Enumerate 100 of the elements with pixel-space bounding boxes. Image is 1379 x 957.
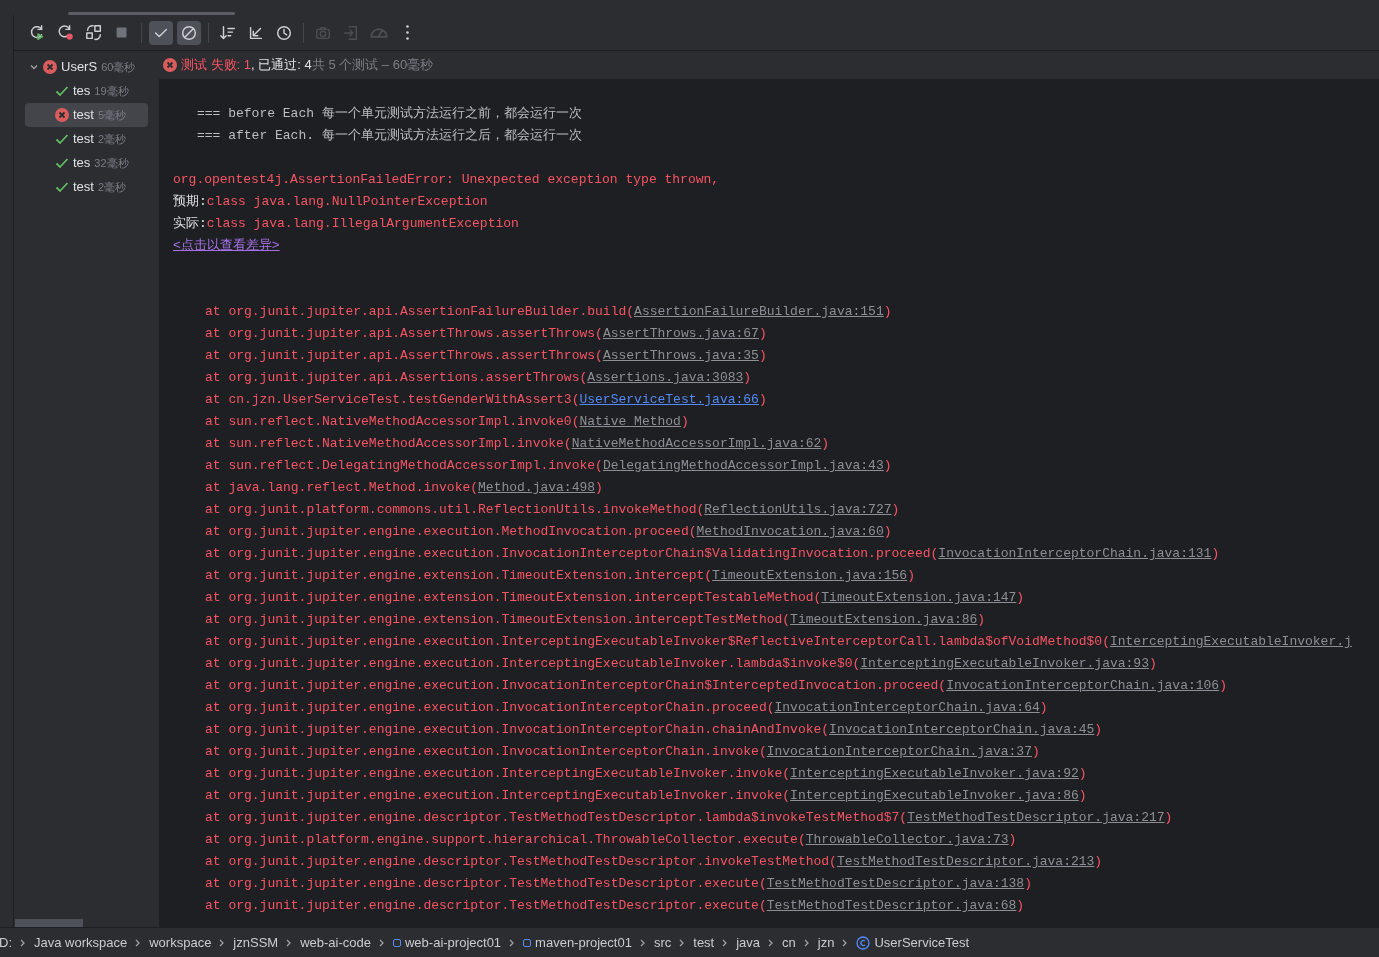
source-link[interactable]: InterceptingExecutableInvoker.java:93: [860, 656, 1149, 671]
test-name: tes: [73, 82, 91, 101]
source-link[interactable]: TimeoutExtension.java:86: [790, 612, 978, 627]
stack-frame: at org.junit.jupiter.engine.execution.InterceptingExecutableInvoker.invoke(InterceptingExecutableInvoker.java:86): [173, 785, 1379, 807]
test-name: UserS: [61, 58, 98, 77]
breadcrumb[interactable]: UserServiceTest: [856, 932, 970, 953]
tree-row[interactable]: UserS 60毫秒: [25, 55, 148, 79]
source-link[interactable]: TestMethodTestDescriptor.java:138: [766, 876, 1025, 891]
actual-value: 实际:class java.lang.IllegalArgumentException: [173, 215, 520, 233]
diff-link[interactable]: <点击以查看差异>: [173, 238, 280, 253]
test-duration: 19毫秒: [94, 83, 129, 99]
source-link[interactable]: AssertThrows.java:35: [602, 348, 759, 363]
stack-frame: at org.junit.jupiter.api.AssertThrows.assertThrows(AssertThrows.java:35): [173, 345, 1379, 367]
checkmark-icon: [55, 156, 69, 170]
source-link[interactable]: InvocationInterceptorChain.java:131: [938, 546, 1212, 561]
prohibited-button[interactable]: [177, 20, 201, 45]
source-link[interactable]: TimeoutExtension.java:156: [712, 568, 908, 583]
stack-frame: at org.junit.jupiter.engine.extension.TimeoutExtension.interceptTestMethod(TimeoutExtension.java:86): [173, 609, 1379, 631]
checkmark-icon: [55, 132, 69, 146]
chevron-right-icon: [802, 937, 811, 948]
source-link[interactable]: ReflectionUtils.java:727: [704, 502, 892, 517]
chevron-down-icon[interactable]: [29, 62, 39, 72]
module-icon: [393, 938, 401, 947]
breadcrumb[interactable]: D:: [0, 932, 12, 953]
checkmark-icon: [55, 180, 69, 194]
checkmark-button[interactable]: [149, 20, 173, 45]
tree-row[interactable]: test 2毫秒: [25, 127, 148, 151]
tree-row[interactable]: tes 32毫秒: [25, 151, 148, 175]
source-link[interactable]: UserServiceTest.java:66: [579, 392, 759, 407]
stack-frame: at org.junit.jupiter.engine.execution.InvocationInterceptorChain$InterceptedInvocation.proceed(InvocationInterceptorChain.java:106): [173, 675, 1379, 697]
breadcrumb[interactable]: java: [736, 932, 761, 953]
test-name: tes: [73, 154, 91, 173]
stack-frame: at org.junit.jupiter.engine.execution.MethodInvocation.proceed(MethodInvocation.java:60): [173, 521, 1379, 543]
clock-icon: [275, 23, 293, 42]
stack-frame: at org.junit.jupiter.engine.execution.InterceptingExecutableInvoker.invoke(InterceptingExecutableInvoker.java:92): [173, 763, 1379, 785]
stack-frame: at org.junit.jupiter.api.AssertThrows.assertThrows(AssertThrows.java:67): [173, 323, 1379, 345]
error-icon: [43, 60, 57, 74]
source-link[interactable]: MethodInvocation.java:60: [696, 524, 884, 539]
source-link[interactable]: AssertionFailureBuilder.java:151: [634, 304, 884, 319]
breadcrumb[interactable]: web-ai-code: [300, 932, 371, 953]
error-message: org.opentest4j.AssertionFailedError: Unexpected exception type thrown,: [173, 171, 721, 189]
stack-frame: at org.junit.jupiter.engine.descriptor.TestMethodTestDescriptor.execute(TestMethodTestDescriptor.java:68): [173, 895, 1379, 917]
refresh-arrows-icon: [85, 23, 103, 42]
test-duration: 32毫秒: [94, 155, 129, 171]
stack-frame: at org.junit.jupiter.api.Assertions.assertThrows(Assertions.java:3083): [173, 367, 1379, 389]
stack-frame: at org.junit.jupiter.engine.extension.TimeoutExtension.intercept(TimeoutExtension.java:156): [173, 565, 1379, 587]
breadcrumb[interactable]: test: [693, 932, 715, 953]
breadcrumb[interactable]: jzn: [817, 932, 835, 953]
source-link[interactable]: Native Method: [579, 414, 681, 429]
source-link[interactable]: TimeoutExtension.java:147: [821, 590, 1017, 605]
breadcrumb[interactable]: src: [653, 932, 672, 953]
source-link[interactable]: DelegatingMethodAccessorImpl.java:43: [602, 458, 884, 473]
test-duration: 60毫秒: [101, 59, 136, 75]
test-duration: 2毫秒: [97, 131, 127, 147]
log-line: === before Each 每一个单元测试方法运行之前，都会运行一次: [196, 105, 583, 123]
source-link[interactable]: TestMethodTestDescriptor.java:217: [907, 810, 1165, 825]
checkmark-icon: [55, 84, 69, 98]
sort-icon: [219, 23, 237, 42]
stack-frame: at sun.reflect.NativeMethodAccessorImpl.invoke0(Native Method): [173, 411, 1379, 433]
source-link[interactable]: Method.java:498: [478, 480, 596, 495]
source-link[interactable]: NativeMethodAccessorImpl.java:62: [571, 436, 822, 451]
scrollbar-thumb[interactable]: [15, 919, 83, 927]
source-link[interactable]: InvocationInterceptorChain.java:37: [766, 744, 1032, 759]
stack-frame: at sun.reflect.NativeMethodAccessorImpl.invoke(NativeMethodAccessorImpl.java:62): [173, 433, 1379, 455]
source-link[interactable]: ThrowableCollector.java:73: [805, 832, 1009, 847]
stack-frame: at org.junit.jupiter.api.AssertionFailureBuilder.build(AssertionFailureBuilder.java:151): [173, 301, 1379, 323]
stack-frame: at org.junit.jupiter.engine.descriptor.TestMethodTestDescriptor.execute(TestMethodTestDescriptor.java:138): [173, 873, 1379, 895]
chevron-right-icon: [378, 937, 386, 948]
breadcrumb[interactable]: cn: [782, 932, 796, 953]
chevron-right-icon: [19, 937, 27, 948]
breadcrumb[interactable]: maven-project01: [523, 932, 632, 953]
stack-frame: at java.lang.reflect.Method.invoke(Method.java:498): [173, 477, 1379, 499]
source-link[interactable]: AssertThrows.java:67: [602, 326, 759, 341]
source-link[interactable]: InvocationInterceptorChain.java:64: [774, 700, 1040, 715]
source-link[interactable]: InterceptingExecutableInvoker.java:86: [790, 788, 1079, 803]
tree-row[interactable]: tes 19毫秒: [25, 79, 148, 103]
log-line: === after Each. 每一个单元测试方法运行之后，都会运行一次: [196, 127, 583, 145]
stack-frame: at org.junit.platform.commons.util.ReflectionUtils.invokeMethod(ReflectionUtils.java:727): [173, 499, 1379, 521]
prohibited-icon: [180, 23, 198, 42]
class-icon: [856, 935, 871, 950]
breadcrumb[interactable]: Java workspace: [34, 932, 128, 953]
stack-frame: at org.junit.jupiter.engine.execution.InterceptingExecutableInvoker.lambda$invoke$0(InterceptingExecutableInvoker.java:93): [173, 653, 1379, 675]
stack-frame: at org.junit.jupiter.engine.descriptor.TestMethodTestDescriptor.lambda$invokeTestMethod$7(TestMethodTestDescriptor.java:217): [173, 807, 1379, 829]
expected-value: 预期:class java.lang.NullPointerException: [173, 193, 489, 211]
breadcrumb[interactable]: workspace: [149, 932, 212, 953]
source-link[interactable]: InterceptingExecutableInvoker.j: [1109, 634, 1352, 649]
tree-row[interactable]: test 2毫秒: [25, 175, 148, 199]
source-link[interactable]: InvocationInterceptorChain.java:106: [946, 678, 1220, 693]
source-link[interactable]: InterceptingExecutableInvoker.java:92: [790, 766, 1079, 781]
stack-frame: at org.junit.jupiter.engine.descriptor.TestMethodTestDescriptor.invokeTestMethod(TestMethodTestDescriptor.java:213): [173, 851, 1379, 873]
breadcrumb[interactable]: jznSSM: [233, 932, 279, 953]
source-link[interactable]: TestMethodTestDescriptor.java:213: [836, 854, 1095, 869]
stack-frame: at org.junit.jupiter.engine.execution.InterceptingExecutableInvoker$ReflectiveInterceptorCall.lambda$ofVoidMethod$0(InterceptingExecutableInvoker.j: [173, 631, 1379, 653]
source-link[interactable]: InvocationInterceptorChain.java:45: [829, 722, 1095, 737]
stack-frame: at org.junit.jupiter.engine.extension.TimeoutExtension.interceptTestableMethod(TimeoutExtension.java:147): [173, 587, 1379, 609]
stack-frame: at org.junit.jupiter.engine.execution.InvocationInterceptorChain.chainAndInvoke(InvocationInterceptorChain.java:45): [173, 719, 1379, 741]
source-link[interactable]: Assertions.java:3083: [587, 370, 744, 385]
rerun-failed-icon: [57, 23, 75, 42]
source-link[interactable]: TestMethodTestDescriptor.java:68: [766, 898, 1017, 913]
breadcrumb[interactable]: web-ai-project01: [393, 932, 502, 953]
